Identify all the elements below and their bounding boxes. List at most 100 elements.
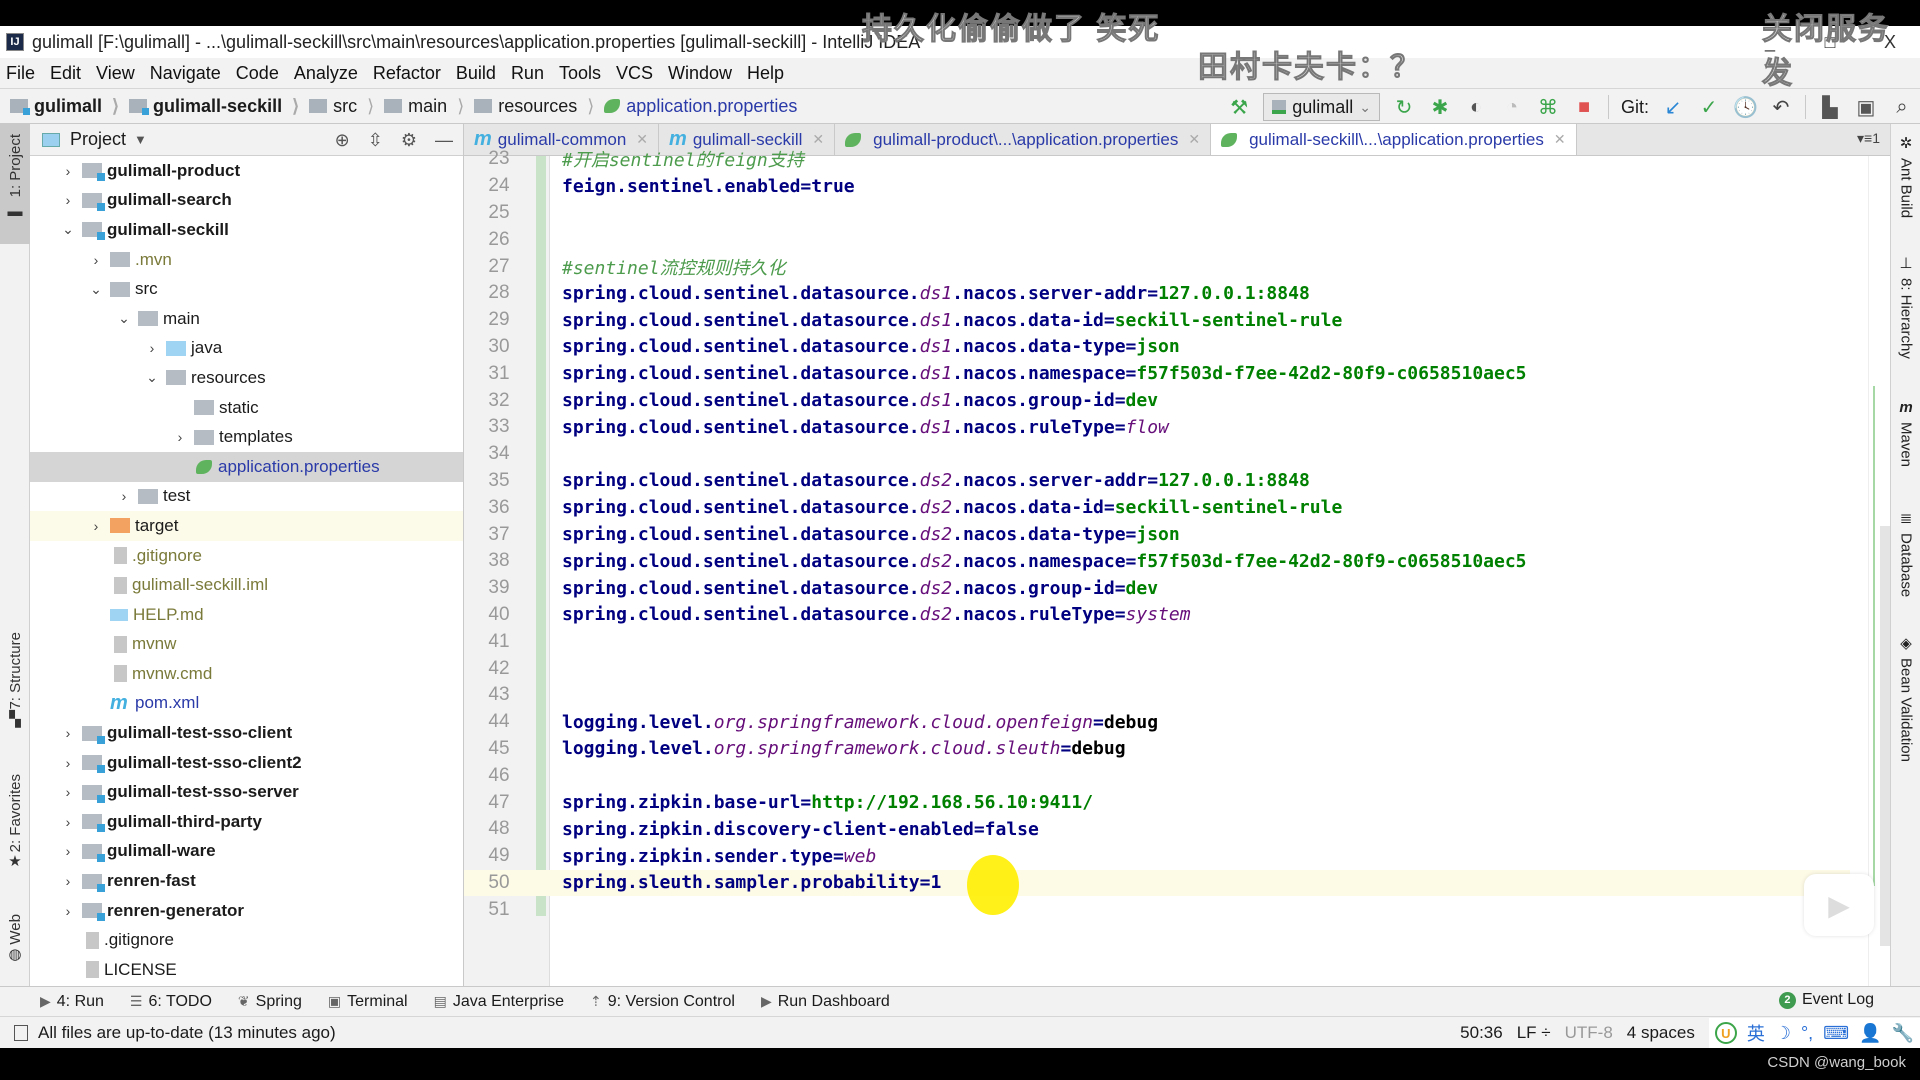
- line-separator[interactable]: LF ÷: [1517, 1023, 1551, 1043]
- tool-tab-hierarchy[interactable]: ⊥ 8: Hierarchy: [1891, 254, 1920, 359]
- rollback-icon[interactable]: ↶: [1769, 95, 1793, 120]
- tree-item[interactable]: .gitignore: [30, 925, 463, 955]
- tool-window-java-enterprise[interactable]: ▤ Java Enterprise: [434, 993, 564, 1011]
- chevron-right-icon[interactable]: ›: [60, 843, 76, 859]
- tree-item[interactable]: ⌄ resources: [30, 363, 463, 393]
- menu-build[interactable]: Build: [456, 63, 496, 84]
- close-button[interactable]: X: [1860, 26, 1920, 58]
- debug-icon[interactable]: ✱: [1428, 95, 1452, 120]
- chevron-right-icon[interactable]: ›: [116, 488, 132, 504]
- chevron-right-icon[interactable]: ›: [88, 518, 104, 534]
- tool-window-todo[interactable]: ☰ 6: TODO: [130, 993, 212, 1011]
- gear-icon[interactable]: ⚙: [401, 130, 417, 151]
- chevron-right-icon[interactable]: ›: [60, 163, 76, 179]
- tree-item[interactable]: ⌄ gulimall-seckill: [30, 215, 463, 245]
- tool-tab-web[interactable]: Web ◍: [0, 914, 30, 980]
- maximize-button[interactable]: □: [1800, 26, 1860, 58]
- tree-item[interactable]: › gulimall-ware: [30, 837, 463, 867]
- chevron-right-icon[interactable]: ›: [60, 755, 76, 771]
- breadcrumb-item[interactable]: application.properties: [604, 96, 797, 117]
- tree-item[interactable]: › gulimall-product: [30, 156, 463, 186]
- tree-item[interactable]: › .mvn: [30, 245, 463, 275]
- ime-moon-icon[interactable]: ☽: [1775, 1023, 1791, 1044]
- git-update-icon[interactable]: ↙: [1661, 95, 1685, 120]
- attach-debugger-icon[interactable]: ⌘: [1536, 95, 1560, 120]
- tree-item[interactable]: HELP.md: [30, 600, 463, 630]
- ime-user-icon[interactable]: 👤: [1859, 1023, 1881, 1044]
- tree-item[interactable]: ⌄ main: [30, 304, 463, 334]
- tool-tab-bean-validation[interactable]: ◈ Bean Validation: [1891, 634, 1920, 762]
- search-icon[interactable]: ⌕: [1890, 96, 1914, 119]
- build-hammer-icon[interactable]: ⚒: [1227, 95, 1251, 120]
- tree-item[interactable]: mvnw.cmd: [30, 659, 463, 689]
- chevron-down-icon[interactable]: ▼: [134, 132, 147, 147]
- ime-punctuation-icon[interactable]: °,: [1801, 1023, 1813, 1044]
- breadcrumb-item[interactable]: resources ⟩: [474, 96, 594, 117]
- editor-scrollbar[interactable]: [1868, 156, 1890, 986]
- rerun-icon[interactable]: ↻: [1392, 95, 1416, 120]
- menu-code[interactable]: Code: [236, 63, 279, 84]
- menu-window[interactable]: Window: [668, 63, 732, 84]
- tabs-menu-button[interactable]: ▾≡1: [1857, 130, 1880, 147]
- history-icon[interactable]: 🕓: [1733, 95, 1758, 120]
- menu-navigate[interactable]: Navigate: [150, 63, 221, 84]
- ime-keyboard-icon[interactable]: ⌨: [1823, 1023, 1849, 1044]
- breadcrumb-item[interactable]: gulimall-seckill ⟩: [129, 96, 299, 117]
- menu-edit[interactable]: Edit: [50, 63, 81, 84]
- tool-window-spring[interactable]: ❦ Spring: [238, 993, 302, 1011]
- git-commit-icon[interactable]: ✓: [1697, 95, 1721, 120]
- chevron-right-icon[interactable]: ›: [60, 192, 76, 208]
- tool-window-version-control[interactable]: ⇡ 9: Version Control: [590, 993, 735, 1011]
- ime-logo-icon[interactable]: U: [1714, 1022, 1737, 1044]
- tree-item[interactable]: LICENSE: [30, 955, 463, 985]
- tool-window-terminal[interactable]: ▣ Terminal: [328, 993, 408, 1011]
- event-log-button[interactable]: 2 Event Log: [1778, 991, 1874, 1009]
- tool-tab-maven[interactable]: m Maven: [1891, 399, 1920, 467]
- tree-item[interactable]: › test: [30, 482, 463, 512]
- tree-item[interactable]: gulimall-seckill.iml: [30, 570, 463, 600]
- toggle-tool-windows-icon[interactable]: [14, 1024, 28, 1041]
- code-editor[interactable]: 23 #开启sentinel的feign支持 24 feign.sentinel.en…: [464, 146, 1850, 923]
- tool-tab-structure[interactable]: 7: Structure ▚: [0, 632, 30, 742]
- chevron-right-icon[interactable]: ›: [60, 784, 76, 800]
- tool-tab-database[interactable]: ≣ Database: [1891, 509, 1920, 597]
- menu-run[interactable]: Run: [511, 63, 544, 84]
- tree-item[interactable]: .gitignore: [30, 541, 463, 571]
- tree-item[interactable]: mvnw: [30, 630, 463, 660]
- caret-position[interactable]: 50:36: [1460, 1023, 1503, 1043]
- chevron-down-icon[interactable]: ⌄: [88, 281, 104, 298]
- chevron-down-icon[interactable]: ⌄: [60, 221, 76, 238]
- tool-tab-ant-build[interactable]: ✲ Ant Build: [1891, 134, 1920, 218]
- tree-item[interactable]: m pom.xml: [30, 689, 463, 719]
- file-encoding[interactable]: UTF-8: [1565, 1023, 1613, 1043]
- tree-item[interactable]: › target: [30, 511, 463, 541]
- coverage-icon[interactable]: ◐: [1464, 96, 1488, 119]
- project-view-select[interactable]: Project: [70, 129, 126, 150]
- hide-panel-icon[interactable]: —: [435, 130, 453, 151]
- tool-tab-favorites[interactable]: 2: Favorites ★: [0, 774, 30, 894]
- profile-icon[interactable]: ◔: [1500, 96, 1524, 119]
- tree-item[interactable]: › gulimall-test-sso-client: [30, 718, 463, 748]
- scrollbar-thumb[interactable]: [1880, 526, 1890, 946]
- chevron-down-icon[interactable]: ⌄: [116, 310, 132, 327]
- tv-play-icon[interactable]: ▶: [1804, 874, 1874, 936]
- indent-setting[interactable]: 4 spaces: [1627, 1023, 1695, 1043]
- menu-tools[interactable]: Tools: [559, 63, 601, 84]
- menu-analyze[interactable]: Analyze: [294, 63, 358, 84]
- chevron-down-icon[interactable]: ⌄: [144, 369, 160, 386]
- run-config-select[interactable]: gulimall ⌄: [1263, 93, 1380, 121]
- locate-icon[interactable]: ⊕: [335, 130, 350, 151]
- menu-refactor[interactable]: Refactor: [373, 63, 441, 84]
- chevron-right-icon[interactable]: ›: [60, 903, 76, 919]
- menu-file[interactable]: File: [6, 63, 35, 84]
- chevron-right-icon[interactable]: ›: [88, 252, 104, 268]
- tree-item[interactable]: › gulimall-third-party: [30, 807, 463, 837]
- tree-item[interactable]: › java: [30, 334, 463, 364]
- tree-item[interactable]: › templates: [30, 422, 463, 452]
- menu-view[interactable]: View: [96, 63, 135, 84]
- ime-settings-icon[interactable]: 🔧: [1892, 1023, 1914, 1044]
- breadcrumb-item[interactable]: main ⟩: [384, 96, 464, 117]
- tree-item[interactable]: › renren-fast: [30, 866, 463, 896]
- terminal-frame-icon[interactable]: ▣: [1854, 95, 1878, 120]
- tree-item[interactable]: static: [30, 393, 463, 423]
